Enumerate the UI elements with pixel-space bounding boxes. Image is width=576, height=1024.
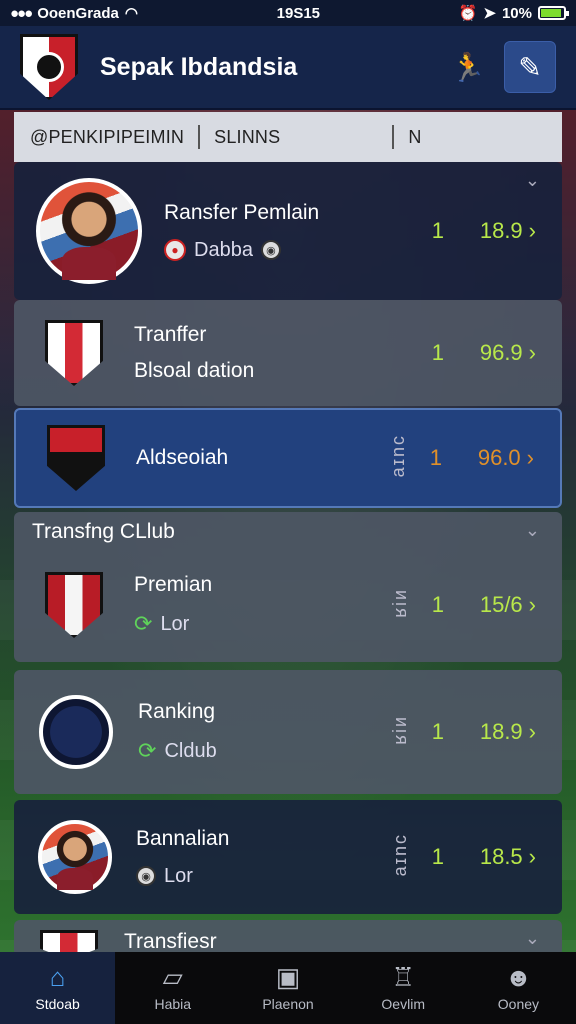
divider xyxy=(198,125,201,149)
map-icon: ▱ xyxy=(162,962,183,992)
nav-profile[interactable]: ☻ Ooney xyxy=(461,952,576,1024)
ball-icon: ◉ xyxy=(260,240,281,260)
leaf-icon: ⟳ xyxy=(134,611,153,636)
item-rank: 1 xyxy=(431,592,444,617)
item-score: 96.9 xyxy=(479,340,523,365)
nav-label: Stdoab xyxy=(35,996,80,1012)
item-rank: 1 xyxy=(429,445,442,470)
section-title: Transfng CLlub xyxy=(32,520,175,543)
item-subtitle: Cldub xyxy=(164,739,217,762)
vertical-label: ᴎᴉᴙ xyxy=(392,717,412,747)
bottom-navigation: ⌂ Stdoab ▱ Habia ▣ Plaenon ♖ Oevlim ☻ Oo… xyxy=(0,952,576,1024)
nav-label: Plaenon xyxy=(262,996,314,1012)
home-icon: ⌂ xyxy=(49,962,66,992)
nav-label: Ooney xyxy=(497,996,540,1012)
club-badge-icon: ● xyxy=(164,239,186,261)
vertical-label: ᴎᴉᴙ xyxy=(392,590,412,620)
leaf-icon: ⟳ xyxy=(138,738,157,763)
player-avatar xyxy=(36,178,142,284)
nav-home[interactable]: ⌂ Stdoab xyxy=(0,952,116,1024)
item-score: 15/6 xyxy=(479,592,523,617)
item-subtitle: Dabba xyxy=(194,238,253,261)
item-subtitle: Lor xyxy=(160,612,190,635)
vertical-label: ɔuɪɐ xyxy=(390,436,410,480)
location-icon: ➤ xyxy=(483,5,496,22)
wifi-icon: ◠ xyxy=(124,5,138,22)
vertical-label: ɔuɪɐ xyxy=(392,835,412,879)
app-title: Sepak Ibdandsia xyxy=(100,52,298,81)
chevron-right-icon[interactable]: › xyxy=(529,844,536,869)
chevron-right-icon[interactable]: › xyxy=(527,445,534,470)
app-header: Sepak Ibdandsia 🏃 ✎ xyxy=(0,26,576,110)
profile-icon: ☻ xyxy=(504,962,533,992)
club-roundel-icon xyxy=(39,695,113,769)
pen-icon: ✎ xyxy=(518,51,542,83)
chevron-down-icon[interactable]: ⌄ xyxy=(525,520,540,541)
chevron-down-icon[interactable]: ⌄ xyxy=(525,928,540,949)
battery-icon xyxy=(537,6,569,20)
player-icon: 🏃 xyxy=(450,51,486,83)
list-item[interactable]: Bannalian ◉ Lor ɔuɪɐ 1 18.5 › xyxy=(14,800,562,914)
transfer-list: Ransfer Pemlain ● Dabba ◉ ⌄ 1 18.9 › Tran… xyxy=(14,162,562,956)
edit-button[interactable]: ✎ xyxy=(504,41,556,93)
clipboard-icon: ▣ xyxy=(275,962,301,992)
ball-icon: ◉ xyxy=(136,866,156,886)
item-score: 18.9 xyxy=(479,218,523,243)
list-item[interactable]: Ransfer Pemlain ● Dabba ◉ ⌄ 1 18.9 › xyxy=(14,162,562,300)
trophy-icon: ♖ xyxy=(391,962,415,992)
list-item[interactable]: Ranking ⟳ Cldub ᴎᴉᴙ 1 18.9 › xyxy=(14,670,562,794)
chevron-right-icon[interactable]: › xyxy=(529,218,536,243)
chevron-down-icon[interactable]: ⌄ xyxy=(525,170,540,191)
club-crest-icon xyxy=(45,320,103,386)
chevron-right-icon[interactable]: › xyxy=(529,719,536,744)
status-bar: ●●● OoenGrada ◠ 19S15 ⏰ ➤ 10% xyxy=(0,0,576,26)
alarm-icon: ⏰ xyxy=(458,5,478,22)
list-item[interactable]: Tranffer Blsoal dation 1 96.9 › xyxy=(14,300,562,406)
chevron-right-icon[interactable]: › xyxy=(529,592,536,617)
nav-clipboard[interactable]: ▣ Plaenon xyxy=(230,952,345,1024)
player-avatar xyxy=(38,820,112,894)
filter-tab-mid[interactable]: SLINNS xyxy=(214,127,280,148)
divider xyxy=(392,125,395,149)
carrier-name: OoenGrada xyxy=(37,4,119,22)
status-time: 19S15 xyxy=(276,4,321,22)
item-rank: 1 xyxy=(431,719,444,744)
signal-icon: ●●● xyxy=(10,4,33,22)
club-crest-icon xyxy=(45,572,103,638)
chevron-right-icon[interactable]: › xyxy=(529,340,536,365)
filter-tab-right[interactable]: N xyxy=(408,127,421,148)
nav-map[interactable]: ▱ Habia xyxy=(115,952,230,1024)
item-subtitle: Lor xyxy=(164,864,193,887)
club-crest-icon xyxy=(47,425,105,491)
item-score: 18.5 xyxy=(479,844,523,869)
battery-percent: 10% xyxy=(501,4,532,22)
item-score: 18.9 xyxy=(479,719,523,744)
item-title: Transfiesr xyxy=(124,930,217,953)
list-item[interactable]: Transfiesr ⌄ xyxy=(14,920,562,956)
nav-label: Oevlim xyxy=(381,996,425,1012)
list-item[interactable]: Transfng CLlub ⌄ Premian ⟳ Lor ᴎᴉᴙ 1 15/… xyxy=(14,512,562,662)
item-rank: 1 xyxy=(431,218,444,243)
nav-label: Habia xyxy=(154,996,192,1012)
list-item-selected[interactable]: Aldseoiah ɔuɪɐ 1 96.0 › xyxy=(14,408,562,508)
player-icon-button[interactable]: 🏃 xyxy=(442,41,494,93)
filter-tab-left[interactable]: @PENKIPIPEIMIN xyxy=(30,127,184,148)
club-logo[interactable] xyxy=(20,34,78,100)
nav-trophy[interactable]: ♖ Oevlim xyxy=(346,952,461,1024)
item-rank: 1 xyxy=(431,340,444,365)
item-rank: 1 xyxy=(431,844,444,869)
filter-bar: @PENKIPIPEIMIN SLINNS N xyxy=(14,112,562,162)
item-score: 96.0 xyxy=(477,445,521,470)
